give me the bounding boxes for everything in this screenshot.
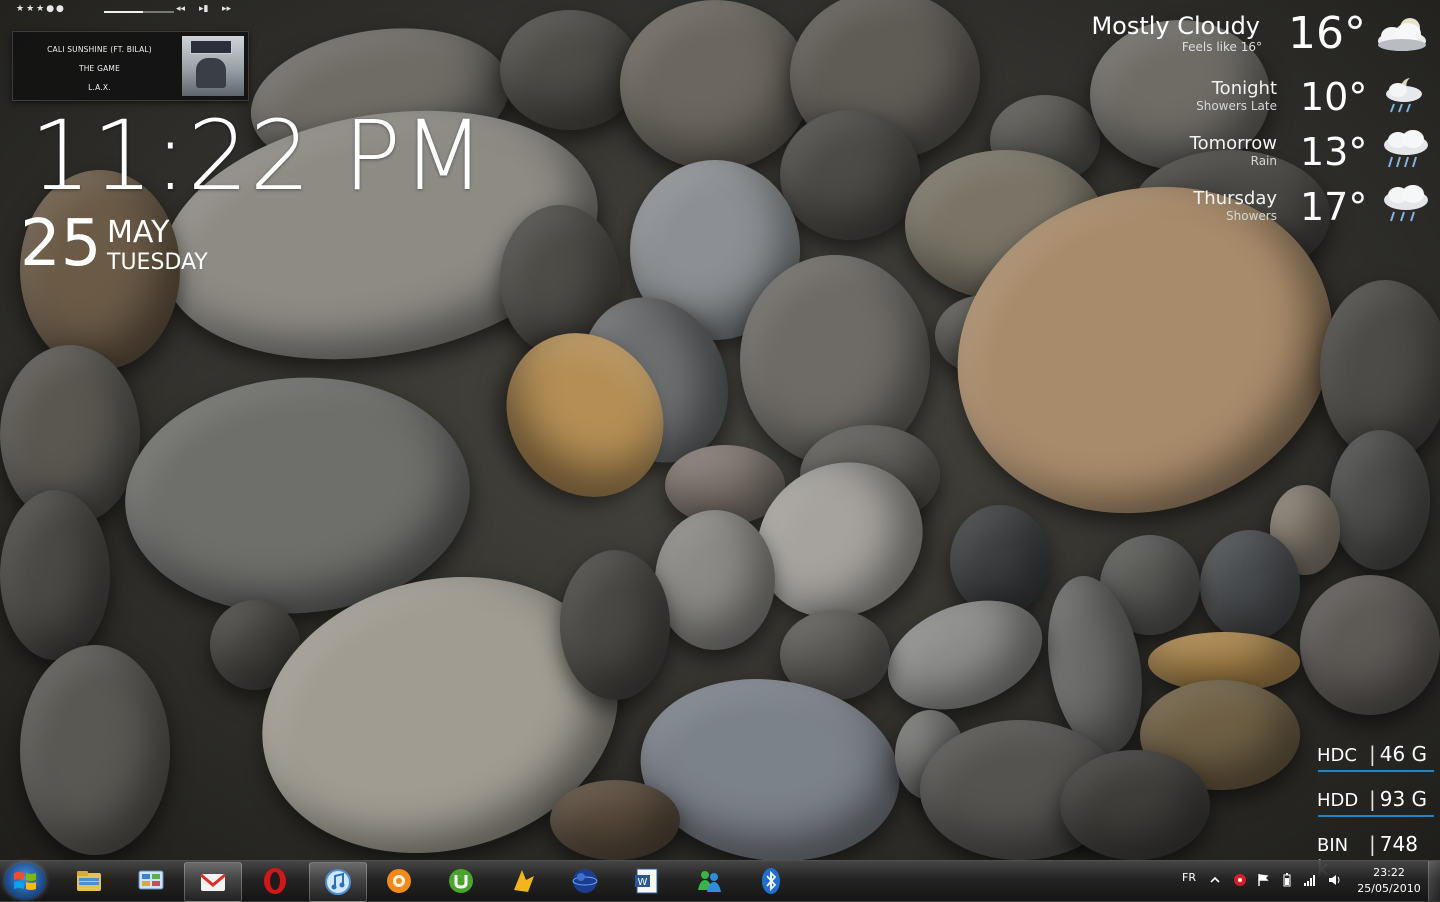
utorrent-icon [449,869,473,893]
forecast-label-tomorrow: Tomorrow [1189,133,1277,154]
drive-bar-hdd [1318,815,1434,817]
windows-logo-icon [14,872,36,890]
track-album: L.A.X. [88,83,111,92]
seek-progress [104,11,143,13]
forecast-temp-tomorrow: 13° [1300,130,1368,174]
clock-month: MAY [107,215,170,250]
avast-icon [387,869,411,893]
drive-meter-hdc: HDC | 46 G [1317,742,1428,766]
weather-feels-like: Feels like 16° [1181,40,1262,54]
rain-icon [1384,130,1428,168]
rating-stars[interactable]: ★★★●● [16,4,66,14]
weather-temperature: 16° [1288,8,1366,59]
taskbar-word[interactable]: W [619,862,675,900]
word-icon: W [635,868,658,894]
drive-name: HDD [1317,790,1359,811]
media-player-controls: ★★★●● ◂◂ ▸▮ ▸▸ [14,4,244,20]
now-playing-panel[interactable]: CALI SUNSHINE (FT. BILAL) THE GAME L.A.X… [12,31,249,101]
taskbar-utorrent[interactable] [433,862,489,900]
forecast-detail-thursday: Showers [1226,209,1277,223]
track-artist: THE GAME [78,64,121,73]
forecast-temp-thursday: 17° [1300,185,1368,229]
seek-bar[interactable] [104,11,174,13]
taskbar-explorer[interactable] [61,862,117,900]
control-panel-icon [138,870,164,890]
network-signal-icon[interactable] [1303,873,1317,887]
show-hidden-icons-icon[interactable] [1208,873,1222,887]
svg-text:W: W [638,877,648,888]
taskbar-avast[interactable] [371,862,427,900]
previous-track-button[interactable]: ◂◂ [176,4,185,14]
track-title: CALI SUNSHINE (FT. BILAL) [47,45,152,54]
clock-time: 11:22 PM [30,100,486,212]
taskbar-gmail[interactable] [184,862,242,902]
folder-icon [77,871,101,891]
clock-day: 25 [20,207,102,281]
drive-name: HDC [1317,745,1357,766]
drive-value: 46 G [1379,742,1428,766]
battery-icon[interactable] [1280,873,1294,887]
taskbar-itunes[interactable] [309,862,367,902]
showers-icon [1384,185,1428,222]
night-showers-icon [1386,78,1422,113]
taskbar-opera[interactable] [247,862,303,900]
drive-name: BIN [1317,835,1349,856]
next-track-button[interactable]: ▸▸ [222,4,231,14]
tray-clock-date[interactable]: 25/05/2010 [1352,882,1426,895]
globe-icon [572,869,598,893]
taskbar: W FR 23:22 25/05/2010 [0,860,1440,902]
weather-condition: Mostly Cloudy [1091,12,1260,40]
ps-icon [514,870,534,892]
partly-cloudy-icon [1378,18,1426,51]
itunes-icon [325,869,351,895]
gmail-icon [200,873,226,891]
forecast-detail-tomorrow: Rain [1250,154,1277,168]
taskbar-bluetooth[interactable] [743,862,799,900]
language-indicator[interactable]: FR [1182,871,1196,884]
antivirus-tray-icon[interactable] [1233,873,1247,887]
clock-weekday: TUESDAY [107,250,208,275]
taskbar-ps[interactable] [495,862,551,900]
taskbar-globe[interactable] [557,862,613,900]
drive-bar-hdc [1318,770,1434,772]
start-button[interactable] [5,863,45,899]
opera-icon [264,868,286,894]
drive-meter-hdd: HDD | 93 G [1317,787,1428,811]
taskbar-messenger[interactable] [681,862,737,900]
action-center-flag-icon[interactable] [1256,873,1270,887]
play-pause-button[interactable]: ▸▮ [199,4,208,14]
drive-value: 93 G [1379,787,1428,811]
forecast-detail-tonight: Showers Late [1196,99,1277,113]
messenger-icon [698,871,721,892]
show-desktop-button[interactable] [1428,861,1440,901]
tray-clock-time[interactable]: 23:22 [1358,866,1420,879]
volume-icon[interactable] [1328,873,1342,887]
forecast-label-thursday: Thursday [1193,188,1277,209]
forecast-temp-tonight: 10° [1300,75,1368,119]
forecast-label-tonight: Tonight [1211,78,1277,99]
bluetooth-icon [762,868,780,894]
album-art [182,36,244,96]
taskbar-control-panel[interactable] [123,862,179,900]
